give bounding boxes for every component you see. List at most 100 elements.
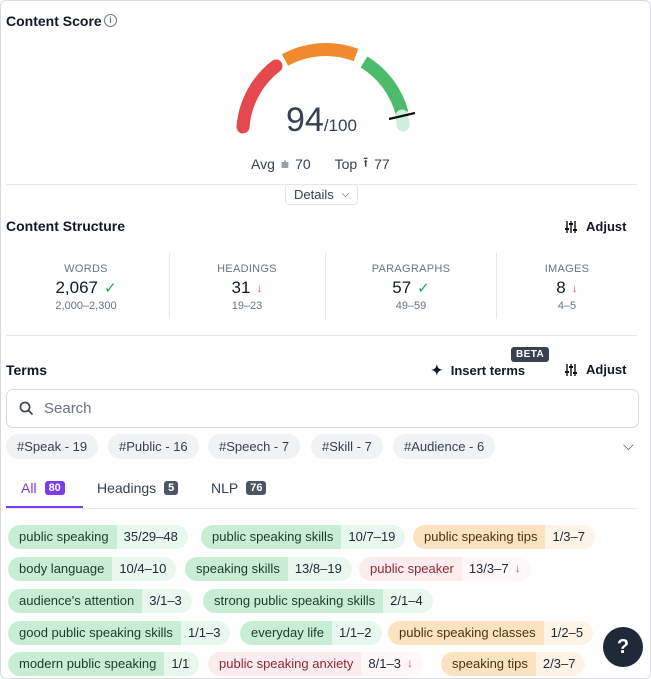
term-chip[interactable]: public speaking anxiety 8/1–3 ↓	[208, 652, 423, 676]
score-number: 94	[286, 101, 324, 139]
term-chip[interactable]: strong public speaking skills 2/1–4	[203, 589, 433, 613]
tab-nlp[interactable]: NLP 76	[211, 480, 267, 496]
details-button[interactable]: Details ⌵	[285, 184, 359, 205]
topic-chip[interactable]: #Skill - 7	[311, 434, 383, 459]
content-score-title: Content Score	[6, 13, 102, 29]
term-range: 1/1–3	[187, 625, 221, 640]
check-icon: ✓	[417, 280, 430, 297]
gauge-green-segment	[360, 56, 409, 115]
avg-icon: ⩧	[280, 155, 290, 172]
sliders-icon	[565, 363, 577, 376]
sliders-icon	[565, 220, 577, 233]
content-structure-title: Content Structure	[6, 218, 125, 234]
term-range: 10/4–10	[119, 561, 167, 576]
term-range: 8/1–3	[368, 656, 401, 671]
stat-images: IMAGES 8 ↓ 4–5	[507, 263, 627, 312]
term-name: speaking skills	[185, 557, 288, 581]
tab-count-badge: 80	[44, 481, 65, 495]
stat-label: PARAGRAPHS	[371, 263, 451, 275]
topic-chip[interactable]: #Speech - 7	[208, 434, 301, 459]
stat-words: WORDS 2,067 ✓ 2,000–2,300	[26, 263, 146, 312]
divider	[6, 335, 637, 336]
search-field[interactable]: Search	[6, 389, 639, 428]
info-icon[interactable]: i	[104, 14, 117, 27]
term-name: public speaking	[8, 525, 117, 549]
help-button[interactable]: ?	[603, 627, 643, 667]
tab-count-badge: 76	[246, 481, 267, 495]
stat-label: IMAGES	[544, 263, 590, 275]
divider	[325, 253, 326, 319]
gauge-orange-segment	[281, 43, 359, 66]
term-chip[interactable]: good public speaking skills 1/1–3	[8, 621, 231, 645]
arrow-down-icon: ↓	[571, 281, 578, 295]
tab-label: Headings	[97, 480, 157, 496]
stat-value: 31	[231, 278, 251, 297]
stat-value: 2,067	[55, 278, 98, 297]
term-name: good public speaking skills	[8, 621, 181, 645]
chevron-down-icon: ⌵	[341, 189, 350, 200]
avg-top-row: Avg ⩧ 70 Top ⭱ 77	[251, 152, 390, 176]
tab-count-badge: 5	[164, 481, 179, 495]
stat-range: 49–59	[395, 300, 427, 312]
term-range: 2/3–7	[542, 656, 576, 671]
tab-headings[interactable]: Headings 5	[97, 480, 179, 496]
term-chip[interactable]: body language 10/4–10	[8, 557, 177, 581]
term-name: audience's attention	[8, 589, 143, 613]
tab-all[interactable]: All 80	[21, 480, 65, 496]
beta-badge: BETA	[511, 347, 550, 362]
stat-range: 4–5	[557, 300, 577, 312]
term-name: modern public speaking	[8, 652, 165, 676]
term-name: everyday life	[240, 621, 332, 645]
stat-label: HEADINGS	[217, 263, 277, 275]
stat-headings: HEADINGS 31 ↓ 19–23	[187, 263, 307, 312]
term-name: public speaker	[359, 557, 462, 581]
terms-title: Terms	[6, 362, 47, 378]
term-chip[interactable]: public speaking tips 1/3–7	[413, 525, 596, 549]
search-icon	[19, 401, 34, 416]
term-range: 1/1–2	[338, 625, 372, 640]
arrow-down-icon: ↓	[256, 281, 263, 295]
term-chip[interactable]: everyday life 1/1–2	[240, 621, 382, 645]
tab-label: NLP	[211, 480, 239, 496]
score-value: 94 /100	[286, 101, 357, 140]
term-range: 1/2–5	[550, 625, 584, 640]
term-range: 35/29–48	[123, 529, 178, 544]
adjust-label: Adjust	[586, 219, 627, 234]
divider	[169, 253, 170, 319]
term-name: public speaking classes	[388, 621, 544, 645]
term-range: 10/7–19	[348, 529, 396, 544]
arrow-down-icon: ↓	[514, 561, 521, 575]
term-chip[interactable]: public speaking classes 1/2–5	[388, 621, 594, 645]
term-chip[interactable]: public speaking skills 10/7–19	[201, 525, 406, 549]
insert-terms-button[interactable]: ✦ Insert terms	[431, 362, 525, 379]
structure-adjust-button[interactable]: Adjust	[564, 219, 626, 234]
term-chip[interactable]: speaking tips 2/3–7	[441, 652, 586, 676]
term-name: body language	[8, 557, 113, 581]
stat-range: 19–23	[231, 300, 263, 312]
topic-chip[interactable]: #Audience - 6	[393, 434, 496, 459]
insert-terms-label: Insert terms	[450, 363, 526, 378]
divider	[496, 253, 497, 319]
term-chip[interactable]: public speaker 13/3–7 ↓	[359, 557, 531, 581]
stat-range: 2,000–2,300	[55, 300, 117, 312]
term-range: 2/1–4	[390, 593, 423, 608]
term-chip[interactable]: audience's attention 3/1–3	[8, 589, 192, 613]
term-name: strong public speaking skills	[203, 589, 384, 613]
stat-label: WORDS	[64, 263, 108, 275]
chevron-down-icon[interactable]: ⌵	[623, 437, 634, 454]
top-value: 77	[374, 156, 390, 172]
term-range: 13/8–19	[294, 561, 342, 576]
details-label: Details	[294, 187, 334, 202]
term-range: 3/1–3	[149, 593, 182, 608]
search-input[interactable]: Search	[44, 400, 92, 417]
adjust-label: Adjust	[586, 362, 627, 377]
terms-adjust-button[interactable]: Adjust	[564, 362, 626, 377]
tab-label: All	[21, 480, 37, 496]
check-icon: ✓	[103, 280, 117, 297]
score-max: /100	[323, 116, 357, 135]
topic-chip[interactable]: #Speak - 19	[6, 434, 99, 459]
term-chip[interactable]: public speaking 35/29–48	[8, 525, 188, 549]
term-chip[interactable]: modern public speaking 1/1	[8, 652, 200, 676]
topic-chip[interactable]: #Public - 16	[108, 434, 199, 459]
term-chip[interactable]: speaking skills 13/8–19	[185, 557, 352, 581]
